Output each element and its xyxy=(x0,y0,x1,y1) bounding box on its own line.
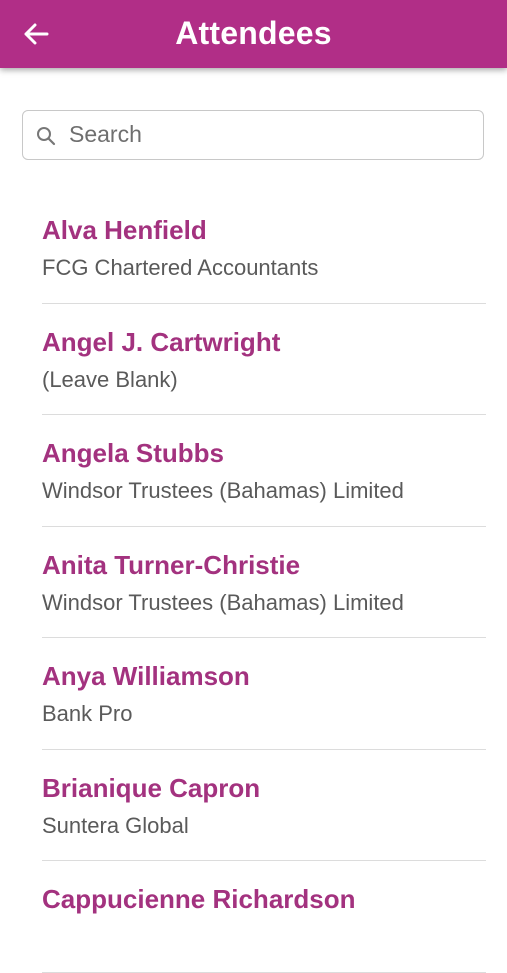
attendee-name: Alva Henfield xyxy=(42,215,207,245)
attendee-company: Windsor Trustees (Bahamas) Limited xyxy=(42,589,404,615)
search-box[interactable] xyxy=(22,110,484,160)
list-item[interactable]: Anya Williamson Bank Pro xyxy=(42,638,486,750)
attendee-company: Suntera Global xyxy=(42,812,189,838)
attendee-list: Alva Henfield FCG Chartered Accountants … xyxy=(42,192,486,973)
attendee-company: (Leave Blank) xyxy=(42,366,178,392)
list-item[interactable]: Brianique Capron Suntera Global xyxy=(42,750,486,861)
page-title: Attendees xyxy=(175,15,332,51)
list-item[interactable]: Angela Stubbs Windsor Trustees (Bahamas)… xyxy=(42,415,486,527)
attendee-company: Windsor Trustees (Bahamas) Limited xyxy=(42,478,404,503)
list-item[interactable]: Alva Henfield FCG Chartered Accountants xyxy=(42,192,486,304)
attendee-name: Anita Turner-Christie xyxy=(42,549,301,580)
attendee-name: Anya Williamson xyxy=(42,661,250,691)
attendee-name: Brianique Capron xyxy=(42,772,261,803)
attendee-company: FCG Chartered Accountants xyxy=(42,255,319,280)
list-item[interactable]: Angel J. Cartwright (Leave Blank) xyxy=(42,304,486,415)
attendee-name: Angel J. Cartwright xyxy=(42,326,281,357)
search-icon xyxy=(37,127,56,146)
search-input[interactable] xyxy=(69,111,469,157)
app-bar: Attendees xyxy=(0,0,507,68)
list-item[interactable]: Cappucienne Richardson xyxy=(42,861,486,973)
attendee-name: Angela Stubbs xyxy=(42,438,225,468)
attendee-company: Bank Pro xyxy=(42,701,133,726)
list-item[interactable]: Anita Turner-Christie Windsor Trustees (… xyxy=(42,527,486,638)
